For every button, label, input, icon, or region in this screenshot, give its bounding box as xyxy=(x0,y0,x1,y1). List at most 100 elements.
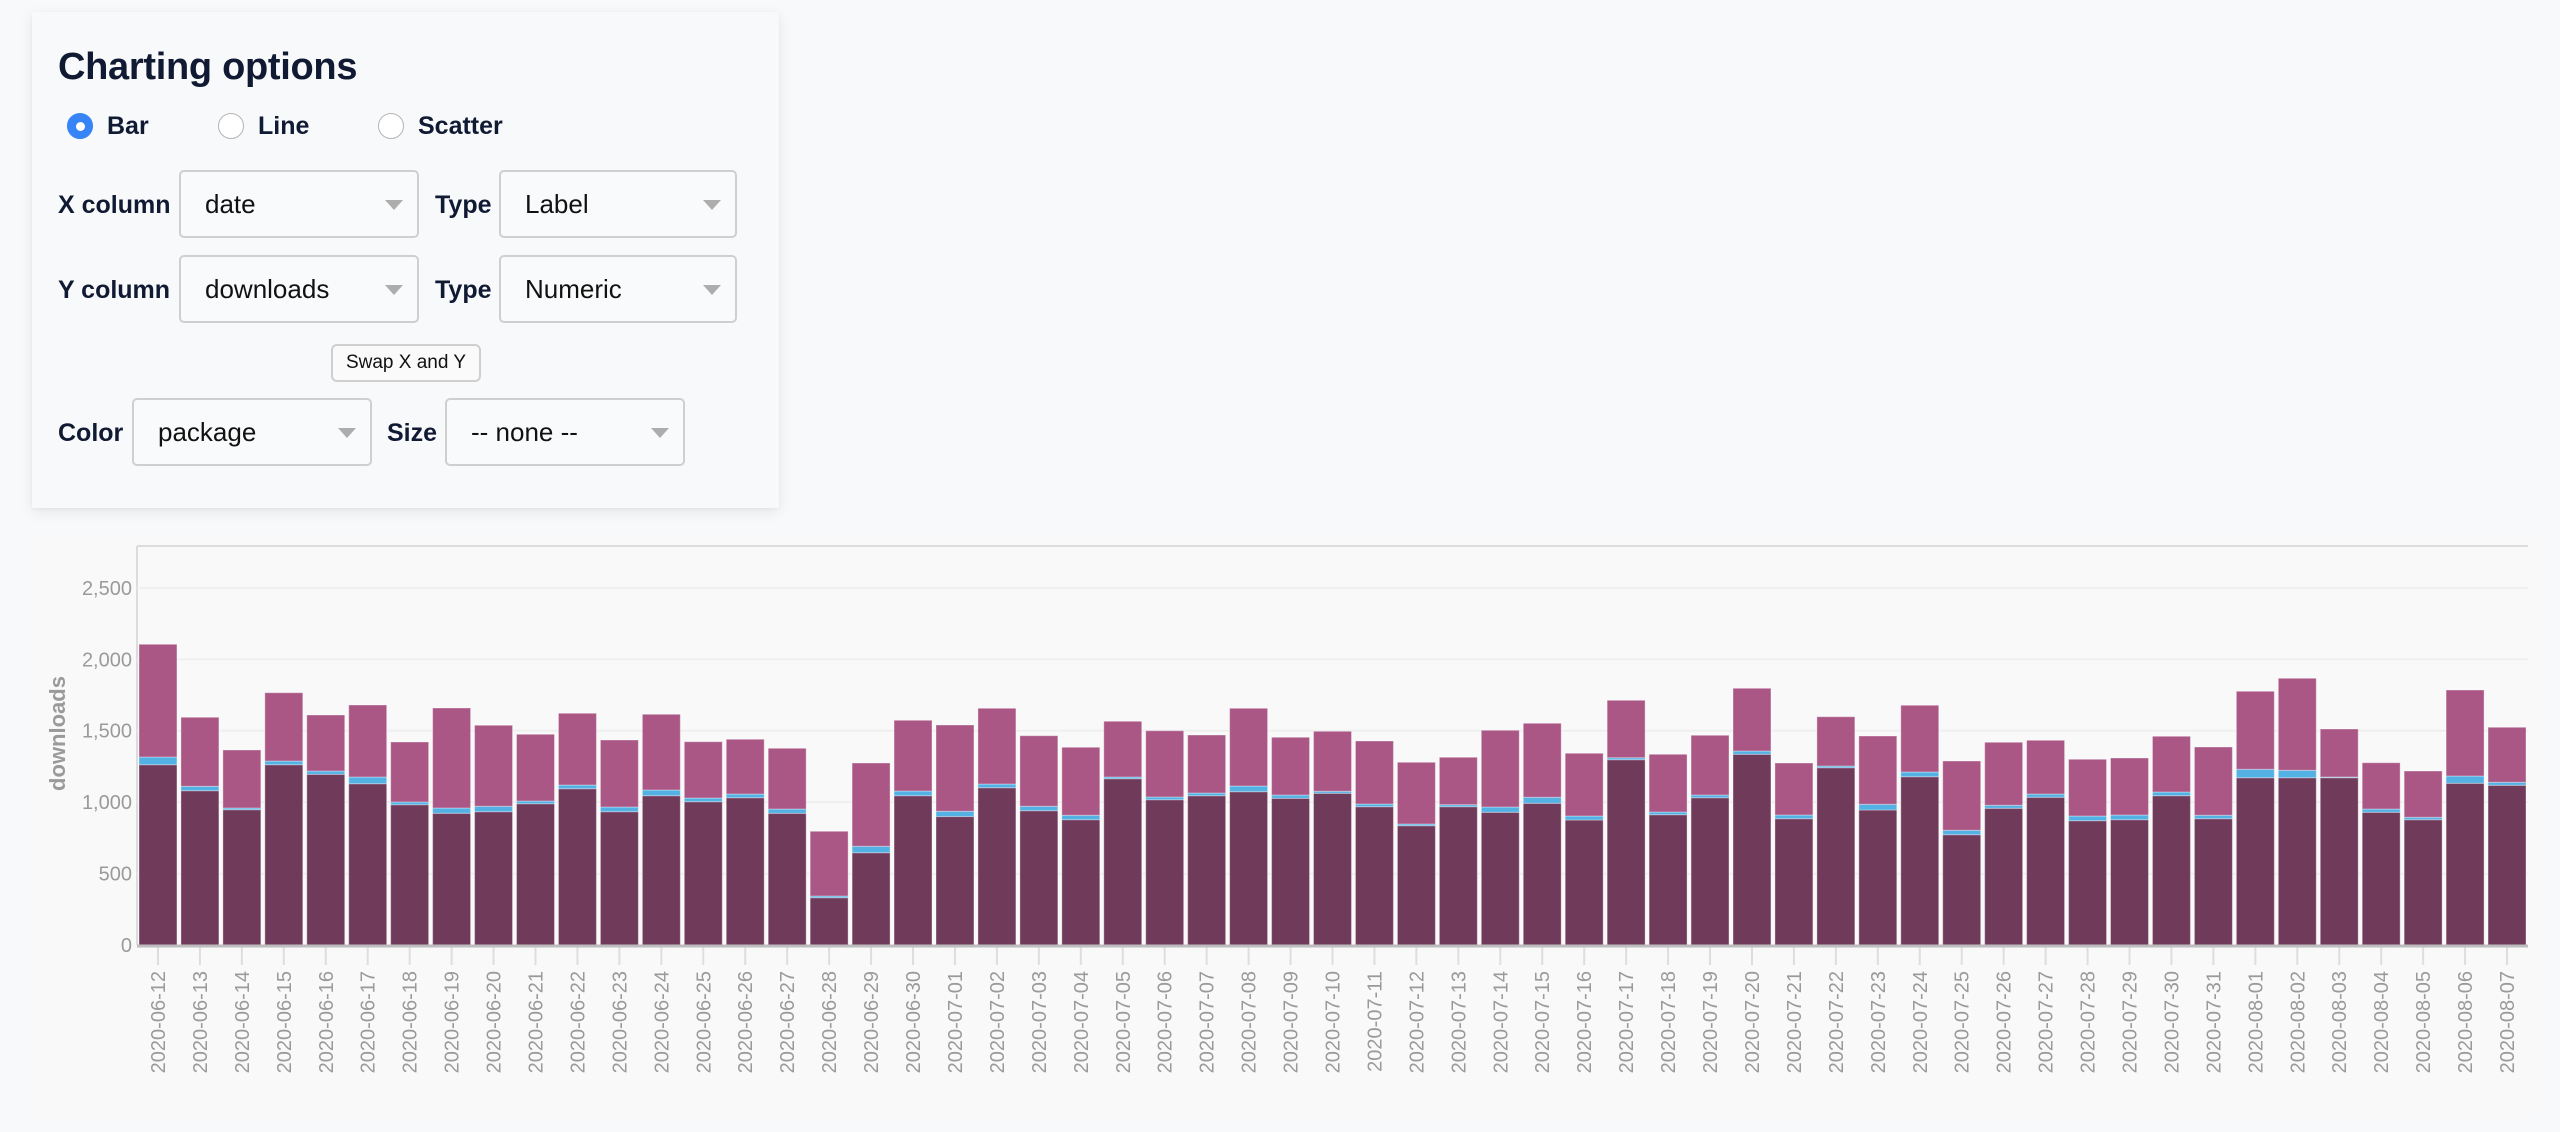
bar-segment-package-3[interactable] xyxy=(725,738,765,795)
bar-segment-package-1[interactable] xyxy=(432,812,472,946)
bar-segment-package-2[interactable] xyxy=(683,797,723,803)
bar-segment-package-1[interactable] xyxy=(180,790,220,946)
bar-segment-package-3[interactable] xyxy=(2151,735,2191,793)
bar-segment-package-2[interactable] xyxy=(1522,796,1562,804)
bar-segment-package-1[interactable] xyxy=(1187,795,1227,946)
y-type-select[interactable]: Numeric xyxy=(499,255,737,323)
bar-segment-package-1[interactable] xyxy=(767,812,807,946)
bar-segment-package-1[interactable] xyxy=(851,852,891,946)
bar-segment-package-3[interactable] xyxy=(1774,762,1814,816)
bar-segment-package-1[interactable] xyxy=(1103,778,1143,946)
bar-segment-package-1[interactable] xyxy=(1690,797,1730,946)
bar-segment-package-3[interactable] xyxy=(1480,729,1520,808)
bar-segment-package-1[interactable] xyxy=(2361,811,2401,946)
bar-segment-package-3[interactable] xyxy=(1271,736,1311,796)
bar-segment-package-3[interactable] xyxy=(1858,735,1898,805)
bar-segment-package-2[interactable] xyxy=(2445,775,2485,784)
bar-segment-package-1[interactable] xyxy=(306,773,346,946)
bar-segment-package-3[interactable] xyxy=(1103,720,1143,778)
radio-bar[interactable]: Bar xyxy=(67,112,149,140)
bar-segment-package-1[interactable] xyxy=(138,764,178,946)
bar-segment-package-3[interactable] xyxy=(1942,760,1982,831)
bar-segment-package-3[interactable] xyxy=(180,716,220,787)
swap-x-y-button[interactable]: Swap X and Y xyxy=(331,344,481,382)
size-select[interactable]: -- none -- xyxy=(445,398,685,466)
radio-scatter-icon[interactable] xyxy=(378,113,404,139)
bar-segment-package-1[interactable] xyxy=(1858,809,1898,946)
bar-segment-package-3[interactable] xyxy=(1690,734,1730,796)
bar-segment-package-3[interactable] xyxy=(599,739,639,808)
bar-segment-package-2[interactable] xyxy=(725,793,765,799)
radio-bar-selected-icon[interactable] xyxy=(67,113,93,139)
bar-segment-package-2[interactable] xyxy=(1564,815,1604,821)
bar-segment-package-3[interactable] xyxy=(977,707,1017,785)
bar-segment-package-2[interactable] xyxy=(1858,803,1898,811)
bar-segment-package-2[interactable] xyxy=(138,756,178,766)
bar-segment-package-3[interactable] xyxy=(851,762,891,847)
bar-segment-package-1[interactable] xyxy=(2026,796,2066,946)
bar-segment-package-3[interactable] xyxy=(2445,689,2485,777)
bar-segment-package-3[interactable] xyxy=(1900,704,1940,773)
bar-segment-package-3[interactable] xyxy=(1354,740,1394,805)
bar-segment-package-2[interactable] xyxy=(1061,814,1101,821)
bar-segment-package-2[interactable] xyxy=(851,845,891,854)
bar-segment-package-3[interactable] xyxy=(2319,728,2359,778)
bar-segment-package-3[interactable] xyxy=(2193,746,2233,816)
bar-segment-package-1[interactable] xyxy=(2151,795,2191,946)
bar-segment-package-1[interactable] xyxy=(2235,777,2275,946)
bar-segment-package-1[interactable] xyxy=(1648,814,1688,946)
bar-segment-package-3[interactable] xyxy=(893,719,933,792)
bar-segment-package-3[interactable] xyxy=(2068,758,2108,817)
bar-segment-package-3[interactable] xyxy=(474,724,514,807)
bar-segment-package-1[interactable] xyxy=(1606,759,1646,946)
bar-segment-package-1[interactable] xyxy=(2193,818,2233,946)
bar-segment-package-2[interactable] xyxy=(2110,814,2149,821)
bar-segment-package-3[interactable] xyxy=(2235,690,2275,770)
bar-segment-package-1[interactable] xyxy=(1564,819,1604,946)
bar-segment-package-3[interactable] xyxy=(1438,756,1478,806)
bar-segment-package-1[interactable] xyxy=(2068,820,2108,946)
bar-segment-package-2[interactable] xyxy=(557,784,597,790)
bar-segment-package-1[interactable] xyxy=(1774,818,1814,946)
bar-segment-package-2[interactable] xyxy=(767,808,807,814)
bar-segment-package-3[interactable] xyxy=(809,830,849,897)
bar-segment-package-1[interactable] xyxy=(1229,791,1269,946)
bar-segment-package-2[interactable] xyxy=(264,760,304,766)
bar-segment-package-1[interactable] xyxy=(222,809,262,946)
bar-segment-package-2[interactable] xyxy=(1480,806,1520,813)
bar-segment-package-2[interactable] xyxy=(935,810,975,818)
bar-segment-package-1[interactable] xyxy=(1900,776,1940,946)
bar-segment-package-3[interactable] xyxy=(2361,762,2401,810)
bar-segment-package-3[interactable] xyxy=(1564,752,1604,817)
bar-segment-package-3[interactable] xyxy=(1187,734,1227,794)
bar-segment-package-3[interactable] xyxy=(1019,735,1059,807)
bar-segment-package-3[interactable] xyxy=(683,741,723,799)
bar-segment-package-2[interactable] xyxy=(2068,815,2108,822)
bar-segment-package-1[interactable] xyxy=(1480,811,1520,946)
radio-line[interactable]: Line xyxy=(218,112,309,140)
bar-segment-package-1[interactable] xyxy=(2445,782,2485,946)
bar-segment-package-2[interactable] xyxy=(1942,829,1982,836)
bar-segment-package-1[interactable] xyxy=(977,787,1017,946)
bar-segment-package-1[interactable] xyxy=(1019,810,1059,946)
bar-segment-package-3[interactable] xyxy=(1522,722,1562,798)
radio-line-icon[interactable] xyxy=(218,113,244,139)
bar-segment-package-1[interactable] xyxy=(348,783,388,946)
bar-segment-package-2[interactable] xyxy=(1900,771,1940,778)
bar-segment-package-1[interactable] xyxy=(641,795,681,946)
bar-segment-package-1[interactable] xyxy=(1271,797,1311,946)
bar-segment-package-1[interactable] xyxy=(1522,802,1562,946)
bar-segment-package-3[interactable] xyxy=(641,713,681,791)
bar-segment-package-3[interactable] xyxy=(348,704,388,778)
bar-segment-package-1[interactable] xyxy=(893,795,933,946)
bar-segment-package-3[interactable] xyxy=(2110,757,2149,816)
bar-segment-package-2[interactable] xyxy=(474,805,514,813)
bar-segment-package-1[interactable] xyxy=(557,788,597,946)
bar-segment-package-3[interactable] xyxy=(1061,746,1101,816)
y-column-select[interactable]: downloads xyxy=(179,255,419,323)
bar-segment-package-2[interactable] xyxy=(977,783,1017,789)
bar-segment-package-2[interactable] xyxy=(2193,814,2233,820)
bar-segment-package-3[interactable] xyxy=(1229,707,1269,787)
bar-segment-package-1[interactable] xyxy=(390,804,430,946)
bar-segment-package-3[interactable] xyxy=(935,724,975,812)
